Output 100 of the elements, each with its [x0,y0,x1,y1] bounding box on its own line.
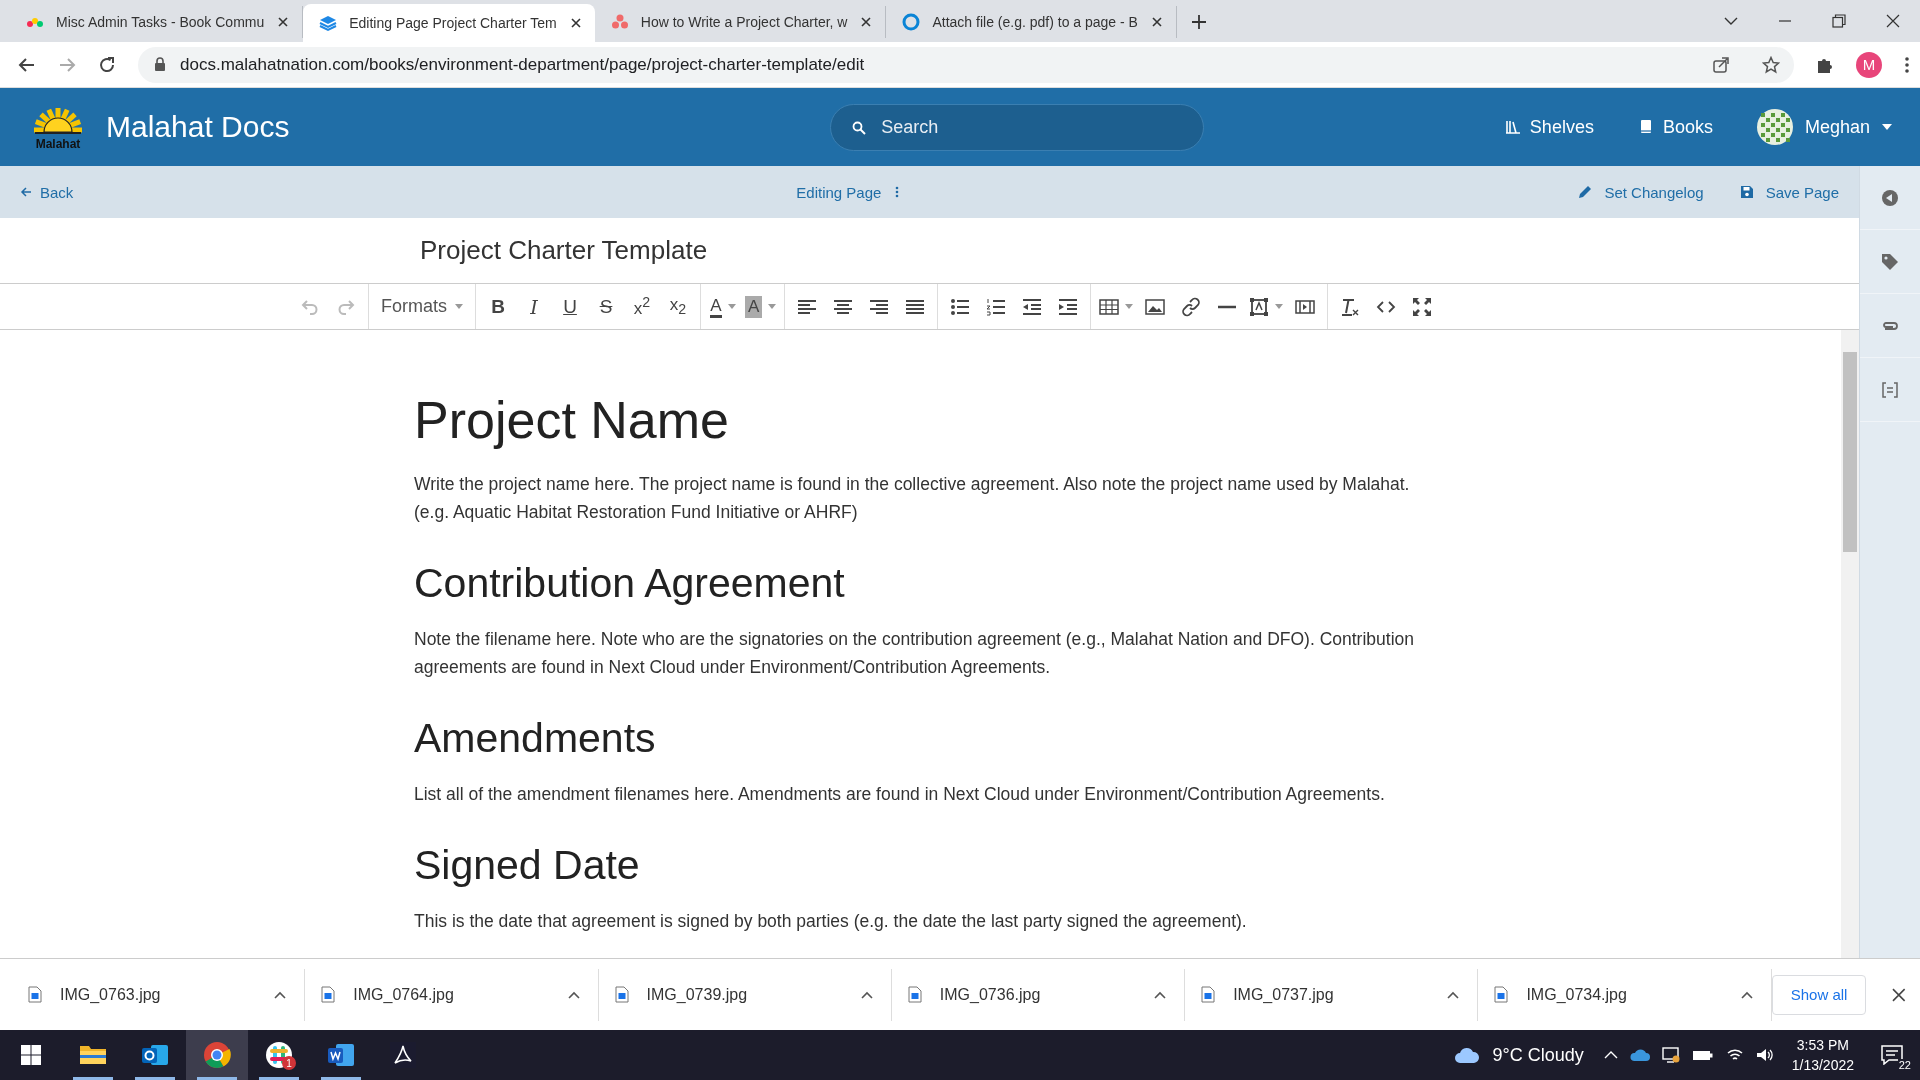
link-icon[interactable] [1181,296,1202,317]
nav-link[interactable]: Books [1637,116,1713,138]
monitor-icon[interactable] [1661,1046,1680,1064]
file-name: IMG_0736.jpg [939,985,1041,1004]
site-name[interactable]: Malahat Docs [106,110,290,144]
browser-tab[interactable]: Attach file (e.g. pdf) to a page - B [886,6,1177,38]
paragraph: List all of the amendment filenames here. Amendments are found in Next Cloud under Environment/Contribution Agreements. [414,783,1386,806]
new-tab-icon[interactable] [1190,14,1207,30]
show-all-button[interactable]: Show all [1771,974,1867,1015]
lock-icon [154,57,166,72]
taskbar-button[interactable] [186,1030,248,1080]
chevron-up-icon[interactable] [274,990,287,999]
download-item[interactable]: IMG_0737.jpg [1185,968,1479,1021]
collapse-icon[interactable] [1881,188,1899,207]
formats-dropdown[interactable]: Formats [373,289,471,324]
download-item[interactable]: IMG_0734.jpg [1478,968,1772,1021]
taskbar-button[interactable]: 1 [248,1030,310,1080]
tab-title: Misc Admin Tasks - Book Commu [56,14,265,30]
indent-icon[interactable] [1058,296,1079,317]
browser-tab[interactable]: Editing Page Project Charter Tem [303,4,595,42]
wifi-icon[interactable] [1725,1047,1744,1063]
tab-title: How to Write a Project Charter, w [640,14,848,30]
format-button[interactable]: I [516,289,552,324]
fullscreen-icon[interactable] [1412,296,1433,317]
format-button[interactable]: x$_{2}$ [660,289,696,324]
reload-icon[interactable] [98,55,116,74]
format-button[interactable]: U [552,289,588,324]
search-icon [852,120,867,135]
paragraph: Note the filename here. Note who are the signatories on the contribution agreement (e.g., Malahat Nation and DFO). Contribution agreements are found in Next Cloud under Environment/Contribution Agreements. [414,628,1415,679]
download-item[interactable]: IMG_0763.jpg [12,968,306,1021]
user-menu[interactable]: Meghan [1756,109,1892,145]
back-link[interactable]: Back [20,183,74,201]
file-icon [907,986,922,1003]
profile-avatar[interactable]: M [1856,51,1882,78]
close-icon[interactable] [1886,14,1900,28]
chevron-up-icon[interactable] [567,990,580,999]
heading: Contribution Agreement [414,560,846,607]
close-icon[interactable] [1149,15,1164,29]
document-app-icon [327,1041,355,1069]
download-item[interactable]: IMG_0736.jpg [891,968,1186,1021]
outdent-icon[interactable] [1022,296,1043,317]
shelves-icon [1504,119,1521,135]
back-arrow-icon [20,186,32,198]
frame-icon [1249,296,1270,317]
star-icon[interactable] [1762,55,1780,74]
clock-time[interactable]: 3:53 PM [1796,1035,1849,1055]
user-avatar [1756,109,1793,145]
file-icon [614,986,629,1003]
cloud-icon [1454,1046,1481,1064]
toolbar-action[interactable]: Save Page [1739,183,1839,201]
battery-icon[interactable] [1691,1048,1714,1062]
back-icon[interactable] [18,55,36,74]
table-icon [1099,296,1120,317]
format-button[interactable]: A [741,289,781,324]
cloud-icon[interactable] [1629,1048,1650,1062]
image-icon[interactable] [1145,296,1166,317]
speaker-icon[interactable] [1755,1047,1774,1063]
heading: Amendments [414,715,657,762]
menu-icon[interactable] [1904,55,1910,74]
download-item[interactable]: IMG_0739.jpg [598,968,892,1021]
editor-mode-menu[interactable]: Editing Page [796,183,900,201]
bullet-list-icon[interactable] [950,296,971,317]
paragraph: Write the project name here. The project name is found in the collective agreement. Also note the project name used by Malahat. (e.g. Aquatic Habitat Restoration Fund Initiative or AHRF) [414,473,1411,524]
clear-formatting-icon[interactable] [1340,296,1361,317]
site-icon [902,13,921,31]
download-item[interactable]: IMG_0764.jpg [305,968,599,1021]
chevron-up-icon[interactable] [1740,990,1753,999]
close-icon[interactable] [1892,987,1906,1002]
browser-tab[interactable]: How to Write a Project Charter, w [594,6,887,38]
tag-icon[interactable] [1881,252,1899,271]
file-icon [1201,986,1216,1003]
save-icon [1739,185,1754,199]
toolbar-action[interactable]: Set Changelog [1578,183,1704,201]
paragraph: This is the date that agreement is signed by both parties (e.g. the date the last party signed the agreement). [414,910,1248,933]
format-button[interactable]: B [480,289,516,324]
search-field[interactable]: Search [830,103,1205,151]
close-icon[interactable] [859,15,874,29]
format-button[interactable]: S [588,289,624,324]
weather-text[interactable]: 9°C Cloudy [1492,1044,1584,1066]
close-icon[interactable] [568,16,583,30]
nav-link[interactable]: Shelves [1504,116,1594,138]
format-button[interactable]: x$^{2}$ [624,289,660,324]
address-field[interactable]: docs.malahatnation.com/books/environment-department/page/project-charter-template/edit [138,46,1794,83]
notification-count: 22 [1897,1059,1912,1071]
format-button[interactable]: A [705,289,741,324]
file-name: IMG_0737.jpg [1233,985,1334,1004]
chevron-up-icon[interactable] [1447,990,1460,999]
four-squares-icon[interactable] [21,1045,41,1065]
close-icon[interactable] [276,15,291,29]
share-icon[interactable] [1712,55,1730,74]
template-icon[interactable] [1881,380,1899,399]
file-name: IMG_0734.jpg [1526,985,1627,1004]
clock-date[interactable]: 1/13/2022 [1791,1055,1854,1075]
numbered-list-icon[interactable] [986,296,1007,317]
file-name: IMG_0739.jpg [646,985,748,1004]
scrollbar[interactable] [1841,330,1859,958]
pencil-icon [1578,185,1593,199]
chevron-up-icon[interactable] [1154,990,1167,999]
chevron-up-icon[interactable] [860,990,873,999]
restore-icon[interactable] [1832,14,1846,28]
